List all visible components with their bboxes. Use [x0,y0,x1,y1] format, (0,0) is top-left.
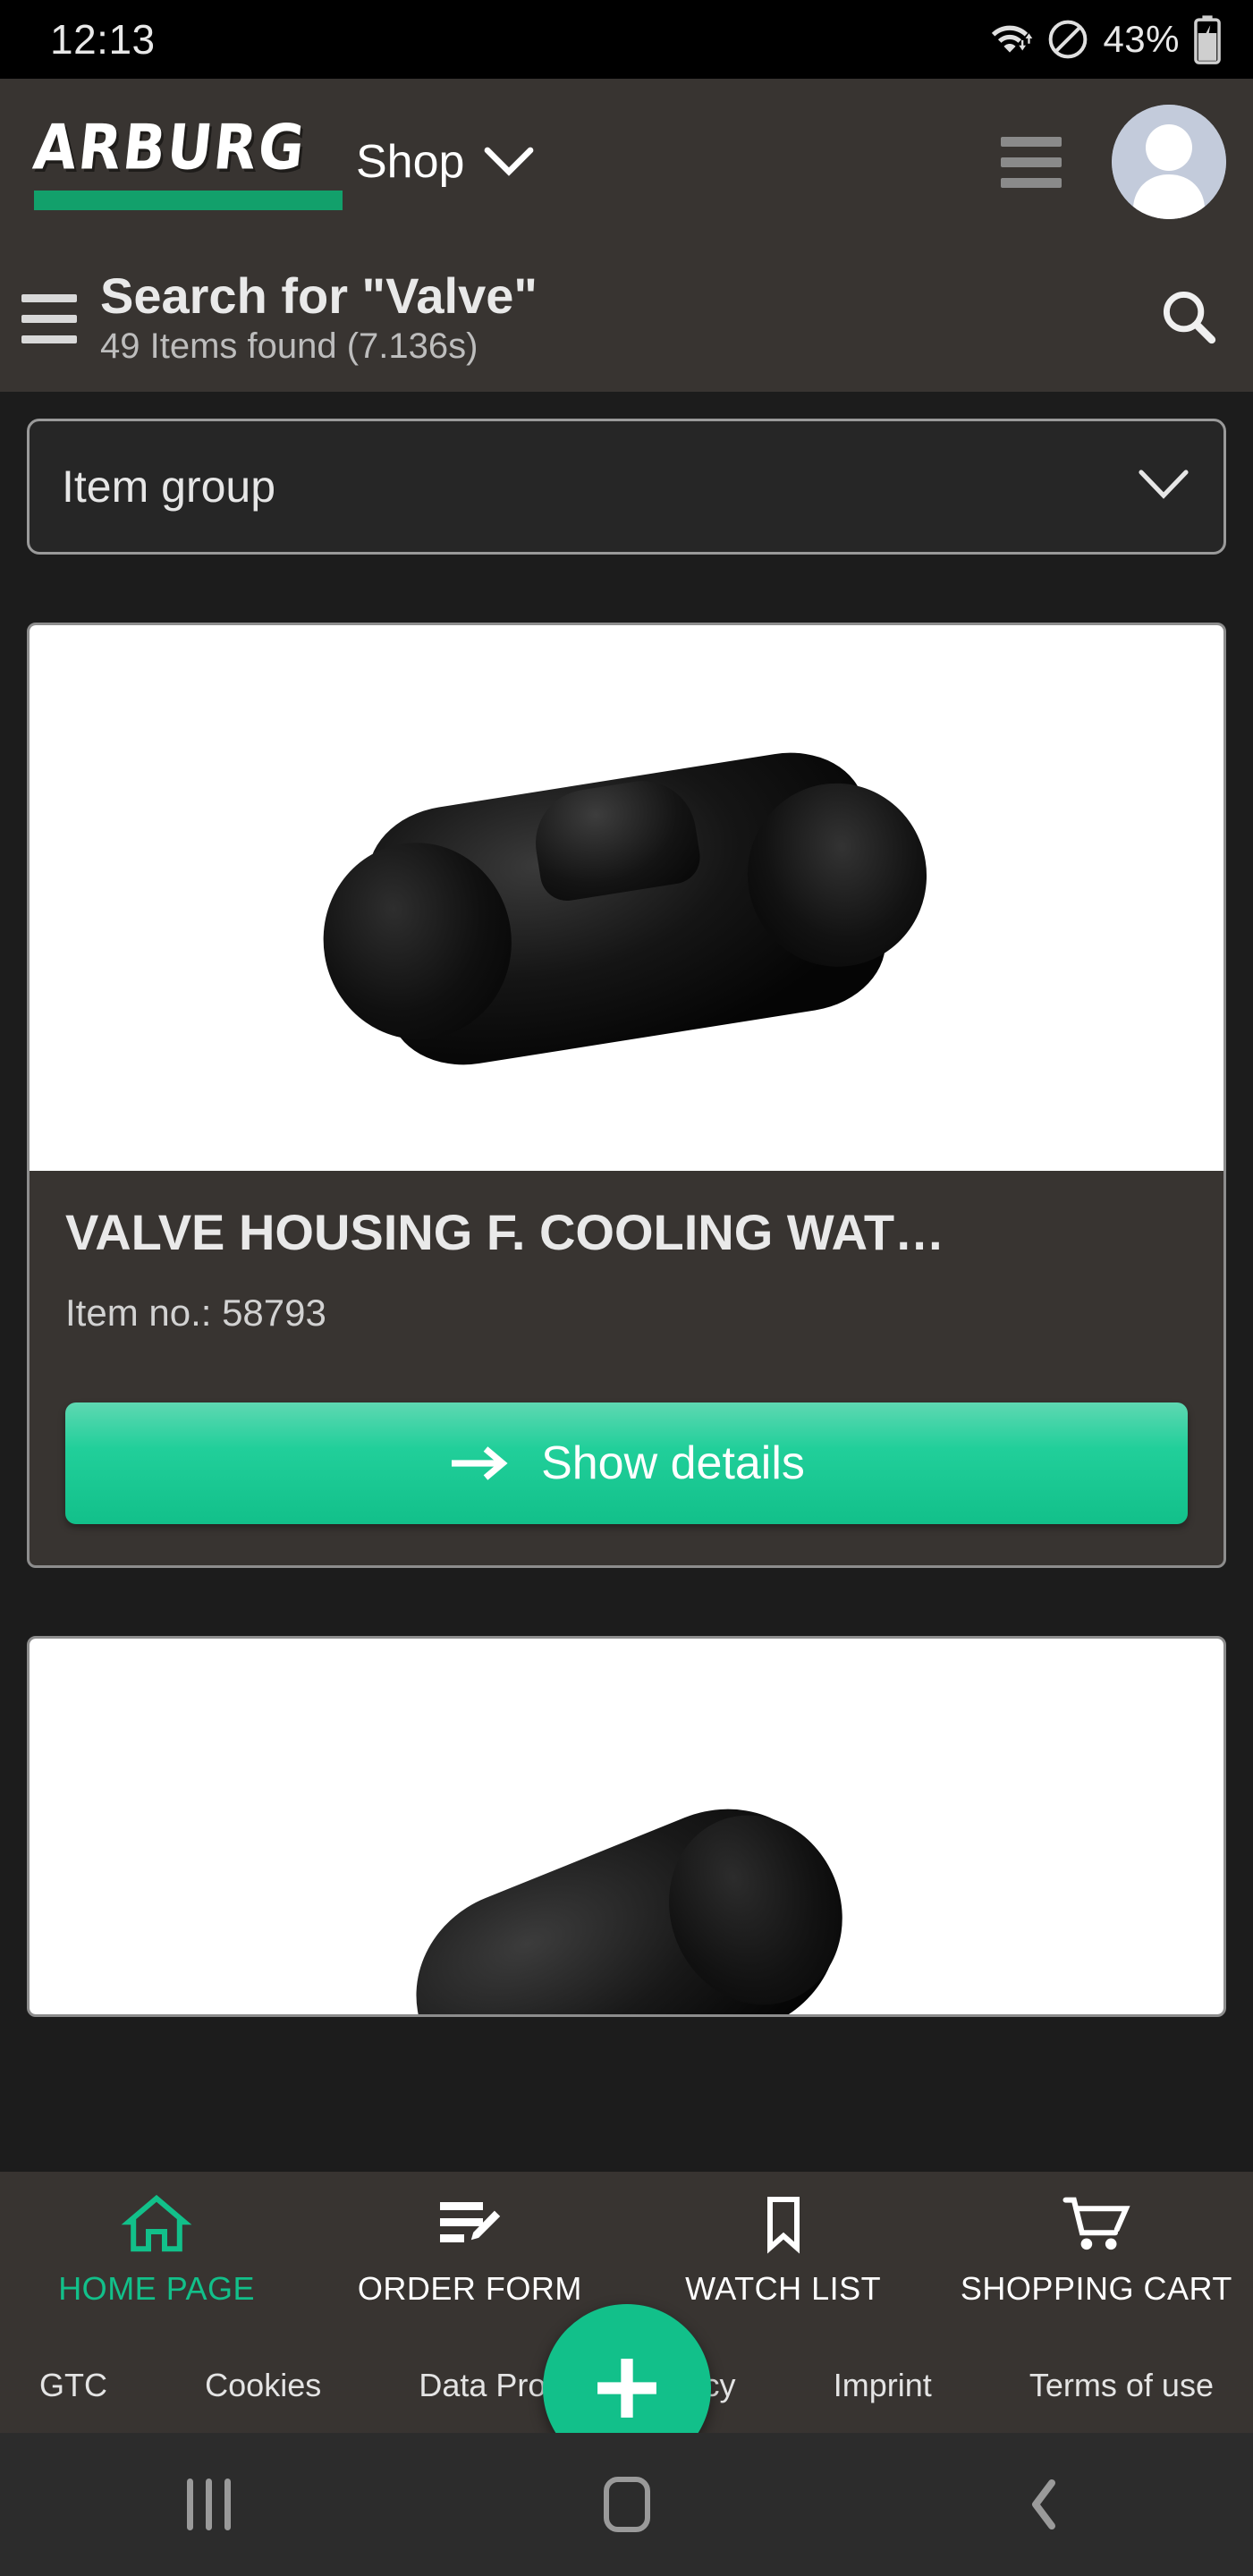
logo-text: ARBURG [30,110,310,183]
hamburger-menu-icon[interactable] [1001,136,1062,188]
recents-icon[interactable] [0,2479,418,2530]
header-top-row: ARBURG Shop [0,79,1253,245]
status-indicators: 43% [986,14,1223,64]
user-avatar-icon[interactable] [1112,105,1226,219]
shop-dropdown[interactable]: Shop [356,135,534,189]
wifi-icon [986,19,1033,60]
plus-icon [585,2346,669,2430]
item-group-label: Item group [62,462,276,512]
chevron-down-icon [484,147,534,177]
footer-link-cookies[interactable]: Cookies [205,2367,321,2404]
show-details-label: Show details [541,1437,805,1489]
shopping-cart-icon [1061,2191,1132,2256]
nav-item-order-form[interactable]: ORDER FORM [313,2172,626,2308]
header-actions [1001,105,1226,219]
product-item-number: Item no.: 58793 [65,1292,326,1334]
app-header: ARBURG Shop Search for "Valve" 49 Items … [0,79,1253,392]
status-bar: 12:13 43% [0,0,1253,79]
order-form-icon [434,2191,505,2256]
search-icon[interactable] [1156,284,1221,353]
nav-label: WATCH LIST [685,2270,882,2307]
status-time: 12:13 [50,16,156,63]
nav-label: SHOPPING CART [960,2270,1232,2307]
chevron-down-icon [1136,467,1191,507]
home-icon [121,2191,192,2256]
product-card-body: VALVE HOUSING F. COOLING WAT… Item no.: … [30,1171,1223,1565]
footer-link-gtc[interactable]: GTC [39,2367,107,2404]
item-group-filter[interactable]: Item group [27,419,1226,555]
show-details-button[interactable]: Show details [65,1402,1188,1524]
nav-item-shopping-cart[interactable]: SHOPPING CART [940,2172,1253,2308]
do-not-disturb-icon [1046,17,1090,62]
search-header-row: Search for "Valve" 49 Items found (7.136… [0,245,1253,392]
footer-link-imprint[interactable]: Imprint [834,2367,932,2404]
valve-component-product-image [385,1777,868,2014]
nav-item-home-page[interactable]: HOME PAGE [0,2172,313,2308]
bookmark-icon [748,2191,819,2256]
shop-label: Shop [356,136,465,188]
battery-charging-icon [1192,14,1223,64]
nav-label: HOME PAGE [58,2270,256,2307]
logo-underline-bar [34,190,343,210]
results-count: 49 Items found (7.136s) [100,326,478,367]
product-card[interactable]: VALVE HOUSING F. COOLING WAT… Item no.: … [27,623,1226,1568]
valve-housing-product-image [359,741,894,1077]
product-image [30,625,1223,1171]
product-image [30,1639,1223,2014]
arburg-logo[interactable]: ARBURG [30,110,343,210]
product-title: VALVE HOUSING F. COOLING WAT… [65,1204,945,1260]
nav-label: ORDER FORM [357,2270,582,2307]
page-title: Search for "Valve" [100,267,538,324]
hamburger-menu-icon[interactable] [21,293,77,343]
android-navigation-bar [0,2433,1253,2576]
search-heading-block: Search for "Valve" 49 Items found (7.136… [100,267,538,368]
footer-link-terms-of-use[interactable]: Terms of use [1029,2367,1214,2404]
arrow-right-icon [448,1443,509,1484]
nav-item-watch-list[interactable]: WATCH LIST [627,2172,940,2308]
battery-percent: 43% [1103,18,1180,60]
product-detail-shape [527,773,704,905]
product-card[interactable] [27,1636,1226,2017]
back-chevron-icon[interactable] [835,2476,1253,2533]
app-root: 12:13 43% ARBURG Shop Search for "Valve"… [0,0,1253,2576]
home-square-icon[interactable] [418,2477,835,2532]
